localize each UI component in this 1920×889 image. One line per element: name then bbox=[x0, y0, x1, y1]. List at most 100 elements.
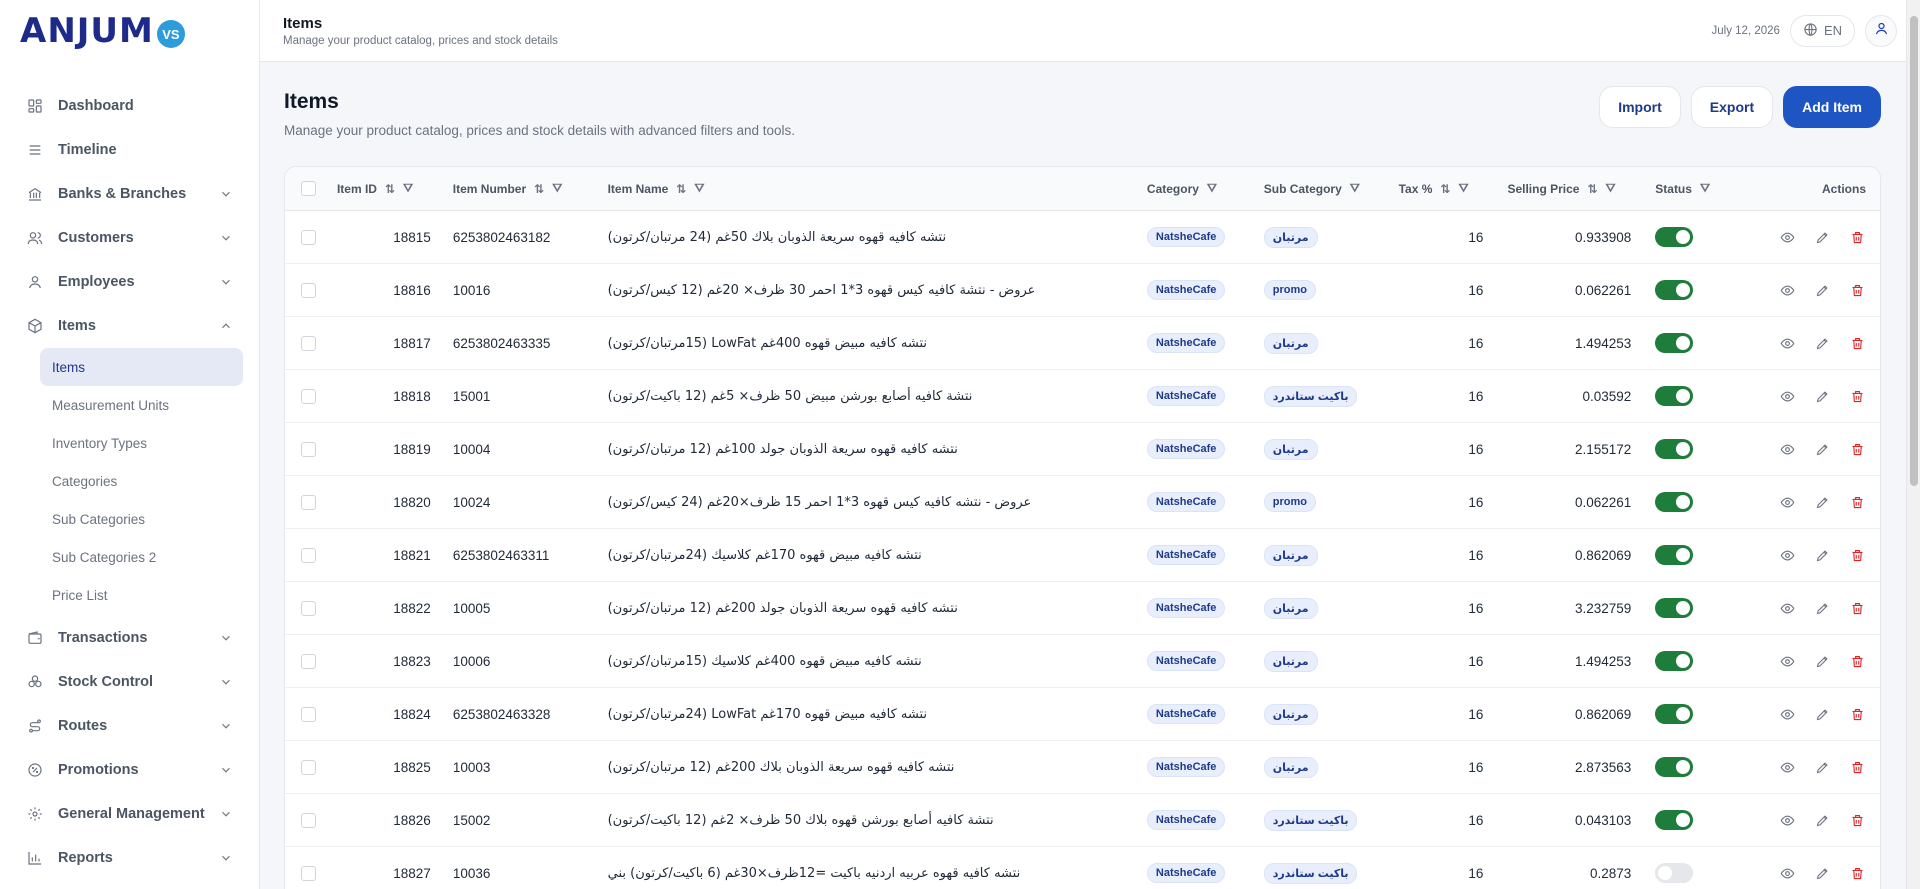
delete-icon[interactable] bbox=[1848, 387, 1866, 405]
table-row[interactable]: 18817 6253802463335 نتشه كافيه مبيض قهوه 4… bbox=[285, 317, 1880, 370]
sidebar-item-employees[interactable]: Employees bbox=[14, 260, 245, 304]
edit-icon[interactable] bbox=[1813, 705, 1831, 723]
sidebar-item-stock-control[interactable]: Stock Control bbox=[14, 660, 245, 704]
edit-icon[interactable] bbox=[1813, 546, 1831, 564]
edit-icon[interactable] bbox=[1813, 652, 1831, 670]
table-row[interactable]: 18824 6253802463328 نتشه كافيه مبيض قهوه 1… bbox=[285, 688, 1880, 741]
row-checkbox[interactable] bbox=[301, 706, 317, 722]
header-status[interactable]: Status bbox=[1655, 182, 1692, 196]
view-icon[interactable] bbox=[1778, 864, 1796, 882]
sidebar-item-promotions[interactable]: Promotions bbox=[14, 748, 245, 792]
edit-icon[interactable] bbox=[1813, 864, 1831, 882]
chevron-up-icon[interactable] bbox=[219, 319, 233, 333]
chevron-down-icon[interactable] bbox=[219, 631, 233, 645]
add-item-button[interactable]: Add Item bbox=[1783, 86, 1881, 128]
sidebar-item-transactions[interactable]: Transactions bbox=[14, 616, 245, 660]
delete-icon[interactable] bbox=[1848, 652, 1866, 670]
row-checkbox[interactable] bbox=[301, 335, 317, 351]
sidebar-item-banks-and-branches[interactable]: Banks & Branches bbox=[14, 172, 245, 216]
table-row[interactable]: 18816 10016 عروض - نتشة كافيه كيس قهوه 3*1… bbox=[285, 264, 1880, 317]
chevron-down-icon[interactable] bbox=[219, 187, 233, 201]
table-row[interactable]: 18826 15002 نتشة كافيه أصابع بورشن قهوه بل… bbox=[285, 794, 1880, 847]
header-sub-category[interactable]: Sub Category bbox=[1264, 182, 1342, 196]
status-toggle[interactable] bbox=[1655, 651, 1694, 671]
edit-icon[interactable] bbox=[1813, 758, 1831, 776]
chevron-down-icon[interactable] bbox=[219, 275, 233, 289]
row-checkbox[interactable] bbox=[301, 494, 317, 510]
table-row[interactable]: 18819 10004 نتشه كافيه قهوه سريعة الذوبان … bbox=[285, 423, 1880, 476]
delete-icon[interactable] bbox=[1848, 281, 1866, 299]
edit-icon[interactable] bbox=[1813, 493, 1831, 511]
export-button[interactable]: Export bbox=[1690, 86, 1774, 128]
status-toggle[interactable] bbox=[1655, 810, 1694, 830]
delete-icon[interactable] bbox=[1848, 440, 1866, 458]
select-all-checkbox[interactable] bbox=[301, 181, 317, 196]
sidebar-subitem-categories[interactable]: Categories bbox=[40, 462, 243, 500]
row-checkbox[interactable] bbox=[301, 600, 317, 616]
status-toggle[interactable] bbox=[1655, 333, 1694, 353]
chevron-down-icon[interactable] bbox=[219, 719, 233, 733]
row-checkbox[interactable] bbox=[301, 759, 317, 775]
sort-icon[interactable]: ⇅ bbox=[1587, 182, 1597, 196]
status-toggle[interactable] bbox=[1655, 227, 1694, 247]
status-toggle[interactable] bbox=[1655, 492, 1694, 512]
view-icon[interactable] bbox=[1778, 811, 1796, 829]
row-checkbox[interactable] bbox=[301, 547, 317, 563]
delete-icon[interactable] bbox=[1848, 228, 1866, 246]
sort-icon[interactable]: ⇅ bbox=[676, 182, 686, 196]
row-checkbox[interactable] bbox=[301, 441, 317, 457]
user-menu-button[interactable] bbox=[1865, 14, 1897, 47]
header-item-id[interactable]: Item ID bbox=[337, 182, 377, 196]
filter-icon[interactable]: ⛛ bbox=[694, 181, 704, 196]
sidebar-subitem-measurement-units[interactable]: Measurement Units bbox=[40, 386, 243, 424]
sidebar-subitem-sub-categories-2[interactable]: Sub Categories 2 bbox=[40, 538, 243, 576]
status-toggle[interactable] bbox=[1655, 280, 1694, 300]
sidebar-subitem-items[interactable]: Items bbox=[40, 348, 243, 386]
status-toggle[interactable] bbox=[1655, 545, 1694, 565]
table-row[interactable]: 18825 10003 نتشه كافيه قهوه سريعة الذوبان … bbox=[285, 741, 1880, 794]
filter-icon[interactable]: ⛛ bbox=[1700, 181, 1710, 196]
edit-icon[interactable] bbox=[1813, 387, 1831, 405]
chevron-down-icon[interactable] bbox=[219, 763, 233, 777]
sort-icon[interactable]: ⇅ bbox=[1440, 182, 1450, 196]
view-icon[interactable] bbox=[1778, 546, 1796, 564]
sidebar-item-timeline[interactable]: Timeline bbox=[14, 128, 245, 172]
edit-icon[interactable] bbox=[1813, 281, 1831, 299]
header-item-number[interactable]: Item Number bbox=[453, 182, 526, 196]
delete-icon[interactable] bbox=[1848, 811, 1866, 829]
table-row[interactable]: 18820 10024 عروض - نتشه كافيه كيس قهوه 3*1… bbox=[285, 476, 1880, 529]
status-toggle[interactable] bbox=[1655, 757, 1694, 777]
view-icon[interactable] bbox=[1778, 387, 1796, 405]
delete-icon[interactable] bbox=[1848, 334, 1866, 352]
view-icon[interactable] bbox=[1778, 652, 1796, 670]
delete-icon[interactable] bbox=[1848, 493, 1866, 511]
sort-icon[interactable]: ⇅ bbox=[534, 182, 544, 196]
sidebar-subitem-inventory-types[interactable]: Inventory Types bbox=[40, 424, 243, 462]
status-toggle[interactable] bbox=[1655, 386, 1694, 406]
filter-icon[interactable]: ⛛ bbox=[1350, 181, 1360, 196]
language-switcher[interactable]: EN bbox=[1789, 14, 1855, 47]
table-row[interactable]: 18821 6253802463311 نتشه كافيه مبيض قهوه 1… bbox=[285, 529, 1880, 582]
row-checkbox[interactable] bbox=[301, 653, 317, 669]
filter-icon[interactable]: ⛛ bbox=[1458, 181, 1468, 196]
status-toggle[interactable] bbox=[1655, 439, 1694, 459]
view-icon[interactable] bbox=[1778, 440, 1796, 458]
status-toggle[interactable] bbox=[1655, 704, 1694, 724]
row-checkbox[interactable] bbox=[301, 865, 317, 881]
header-category[interactable]: Category bbox=[1147, 182, 1199, 196]
edit-icon[interactable] bbox=[1813, 599, 1831, 617]
sidebar-subitem-sub-categories[interactable]: Sub Categories bbox=[40, 500, 243, 538]
filter-icon[interactable]: ⛛ bbox=[552, 181, 562, 196]
delete-icon[interactable] bbox=[1848, 864, 1866, 882]
chevron-down-icon[interactable] bbox=[219, 675, 233, 689]
view-icon[interactable] bbox=[1778, 758, 1796, 776]
filter-icon[interactable]: ⛛ bbox=[1207, 181, 1217, 196]
row-checkbox[interactable] bbox=[301, 282, 317, 298]
view-icon[interactable] bbox=[1778, 599, 1796, 617]
header-item-name[interactable]: Item Name bbox=[608, 182, 669, 196]
filter-icon[interactable]: ⛛ bbox=[403, 181, 413, 196]
table-row[interactable]: 18818 15001 نتشة كافيه أصابع بورشن مبيض 50… bbox=[285, 370, 1880, 423]
sidebar-subitem-price-list[interactable]: Price List bbox=[40, 576, 243, 614]
page-scrollbar[interactable] bbox=[1906, 0, 1920, 889]
row-checkbox[interactable] bbox=[301, 388, 317, 404]
